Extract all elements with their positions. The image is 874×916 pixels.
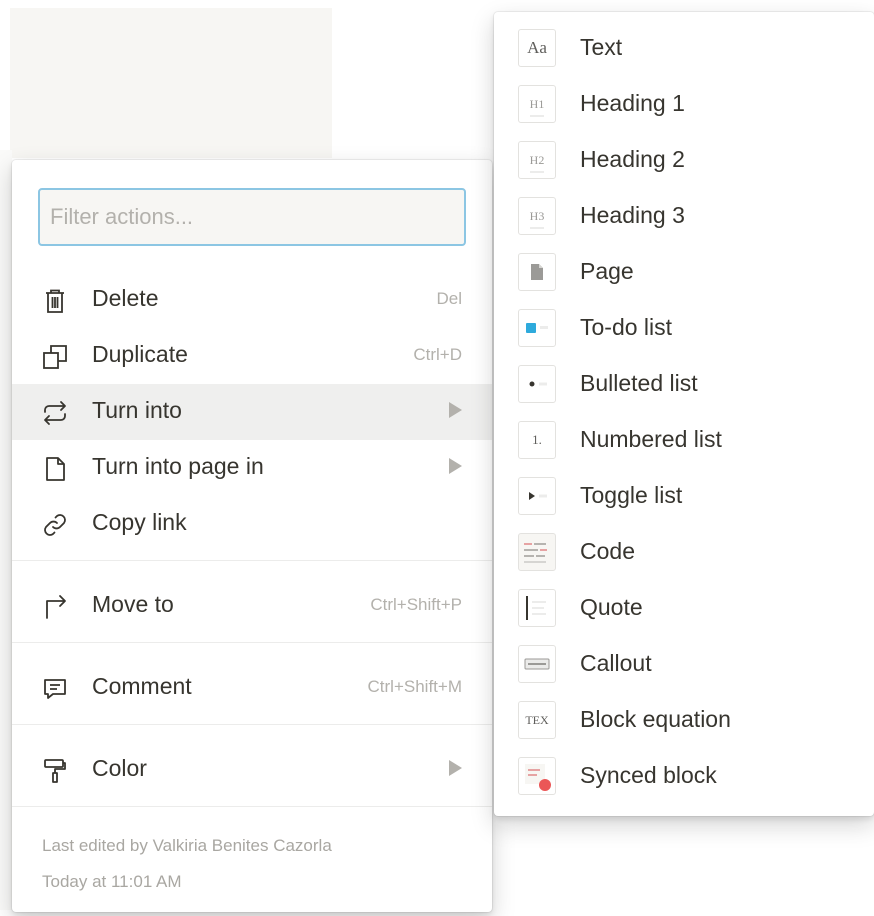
menu-divider bbox=[12, 724, 492, 725]
text-block-icon: Aa bbox=[518, 29, 556, 67]
trash-icon bbox=[40, 286, 70, 316]
turn-into-menu-item[interactable]: Turn into bbox=[12, 384, 492, 440]
turn-into-page[interactable]: Page bbox=[494, 244, 874, 300]
heading-3-icon: H3 bbox=[518, 197, 556, 235]
numbered-thumb-label: 1. bbox=[532, 432, 542, 447]
turn-into-submenu: Aa Text H1 Heading 1 H2 Heading 2 H3 Hea… bbox=[494, 12, 874, 816]
menu-divider bbox=[12, 560, 492, 561]
bullet-icon bbox=[518, 365, 556, 403]
duplicate-icon bbox=[40, 342, 70, 372]
quote-icon bbox=[518, 589, 556, 627]
callout-icon bbox=[518, 645, 556, 683]
turn-into-quote[interactable]: Quote bbox=[494, 580, 874, 636]
menu-divider bbox=[12, 642, 492, 643]
turn-into-heading-3[interactable]: H3 Heading 3 bbox=[494, 188, 874, 244]
option-label: To-do list bbox=[580, 314, 673, 340]
tex-thumb-label: TEX bbox=[525, 712, 549, 727]
menu-divider bbox=[12, 806, 492, 807]
copy-link-label: Copy link bbox=[92, 509, 187, 535]
last-edited-by: Last edited by Valkiria Benites Cazorla bbox=[42, 836, 332, 855]
turn-into-bulleted-list[interactable]: Bulleted list bbox=[494, 356, 874, 412]
last-edited-footer: Last edited by Valkiria Benites Cazorla … bbox=[42, 828, 482, 900]
heading-1-icon: H1 bbox=[518, 85, 556, 123]
turn-into-synced-block[interactable]: Synced block bbox=[494, 748, 874, 804]
turn-into-numbered-list[interactable]: 1. Numbered list bbox=[494, 412, 874, 468]
option-label: Text bbox=[580, 34, 623, 60]
page-icon bbox=[40, 454, 70, 484]
turn-into-heading-1[interactable]: H1 Heading 1 bbox=[494, 76, 874, 132]
page-background-block bbox=[10, 8, 332, 158]
text-thumb-label: Aa bbox=[527, 38, 547, 57]
turn-into-icon bbox=[40, 398, 70, 428]
option-label: Block equation bbox=[580, 706, 731, 732]
option-label: Numbered list bbox=[580, 426, 722, 452]
duplicate-label: Duplicate bbox=[92, 341, 188, 367]
heading-2-icon: H2 bbox=[518, 141, 556, 179]
option-label: Heading 3 bbox=[580, 202, 685, 228]
option-label: Page bbox=[580, 258, 634, 284]
heading-1-thumb-label: H1 bbox=[529, 96, 545, 117]
color-menu-item[interactable]: Color bbox=[12, 742, 492, 798]
heading-2-thumb-label: H2 bbox=[529, 152, 545, 173]
option-label: Callout bbox=[580, 650, 652, 676]
turn-into-label: Turn into bbox=[92, 397, 182, 423]
turn-into-text[interactable]: Aa Text bbox=[494, 20, 874, 76]
turn-into-toggle-list[interactable]: Toggle list bbox=[494, 468, 874, 524]
move-to-label: Move to bbox=[92, 591, 174, 617]
paint-roller-icon bbox=[40, 756, 70, 786]
submenu-arrow-icon bbox=[449, 402, 462, 418]
turn-into-block-equation[interactable]: TEX Block equation bbox=[494, 692, 874, 748]
comment-menu-item[interactable]: Comment Ctrl+Shift+M bbox=[12, 660, 492, 716]
move-to-shortcut: Ctrl+Shift+P bbox=[370, 595, 462, 614]
turn-into-heading-2[interactable]: H2 Heading 2 bbox=[494, 132, 874, 188]
submenu-arrow-icon bbox=[449, 458, 462, 474]
option-label: Toggle list bbox=[580, 482, 683, 508]
delete-label: Delete bbox=[92, 285, 159, 311]
delete-shortcut: Del bbox=[436, 289, 462, 308]
page-block-icon bbox=[518, 253, 556, 291]
last-edited-time: Today at 11:01 AM bbox=[42, 872, 182, 891]
turn-into-callout[interactable]: Callout bbox=[494, 636, 874, 692]
duplicate-menu-item[interactable]: Duplicate Ctrl+D bbox=[12, 328, 492, 384]
tex-equation-icon: TEX bbox=[518, 701, 556, 739]
copy-link-menu-item[interactable]: Copy link bbox=[12, 496, 492, 552]
comment-icon bbox=[40, 674, 70, 704]
link-icon bbox=[40, 510, 70, 540]
filter-actions-wrapper bbox=[38, 188, 466, 246]
turn-into-code[interactable]: Code bbox=[494, 524, 874, 580]
block-action-menu: Delete Del Duplicate Ctrl+D Turn into Tu… bbox=[12, 160, 492, 912]
option-label: Synced block bbox=[580, 762, 717, 788]
page-left-edge bbox=[0, 150, 12, 910]
heading-3-thumb-label: H3 bbox=[529, 208, 545, 229]
option-label: Quote bbox=[580, 594, 643, 620]
turn-into-page-in-menu-item[interactable]: Turn into page in bbox=[12, 440, 492, 496]
turn-into-page-in-label: Turn into page in bbox=[92, 453, 264, 479]
move-to-menu-item[interactable]: Move to Ctrl+Shift+P bbox=[12, 578, 492, 634]
option-label: Bulleted list bbox=[580, 370, 698, 396]
duplicate-shortcut: Ctrl+D bbox=[413, 345, 462, 364]
todo-checkbox-icon bbox=[518, 309, 556, 347]
submenu-arrow-icon bbox=[449, 760, 462, 776]
comment-shortcut: Ctrl+Shift+M bbox=[367, 677, 462, 696]
option-label: Code bbox=[580, 538, 635, 564]
toggle-triangle-icon bbox=[518, 477, 556, 515]
move-arrow-icon bbox=[40, 592, 70, 622]
code-block-icon bbox=[518, 533, 556, 571]
option-label: Heading 1 bbox=[580, 90, 685, 116]
synced-block-icon bbox=[518, 757, 556, 795]
option-label: Heading 2 bbox=[580, 146, 685, 172]
filter-actions-input[interactable] bbox=[38, 188, 466, 246]
delete-menu-item[interactable]: Delete Del bbox=[12, 272, 492, 328]
color-label: Color bbox=[92, 755, 147, 781]
turn-into-todo-list[interactable]: To-do list bbox=[494, 300, 874, 356]
comment-label: Comment bbox=[92, 673, 192, 699]
numbered-list-icon: 1. bbox=[518, 421, 556, 459]
